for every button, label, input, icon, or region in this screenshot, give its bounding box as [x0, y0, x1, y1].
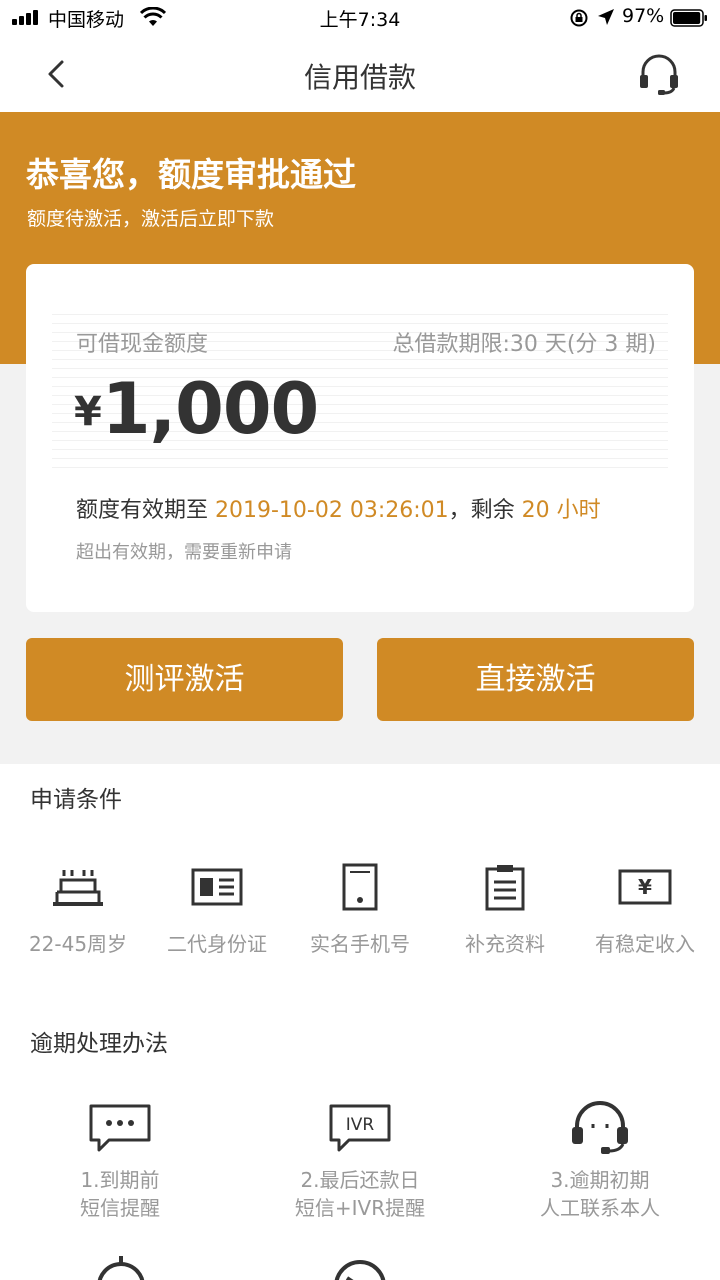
status-bar: 中国移动 上午7:34 97% [0, 0, 720, 36]
limit-amount: ¥1,000 [74, 368, 319, 450]
battery-percent: 97% [622, 5, 665, 27]
loan-term: 总借款期限:30 天(分 3 期) [392, 332, 656, 357]
credit-limit-card: 可借现金额度 总借款期限:30 天(分 3 期) ¥1,000 额度有效期至 2… [26, 264, 694, 612]
svg-text:¥: ¥ [638, 875, 652, 899]
condition-documents: 补充资料 [433, 862, 577, 957]
conditions-title: 申请条件 [30, 787, 122, 813]
id-card-icon [191, 868, 243, 906]
headset-icon[interactable] [636, 52, 682, 98]
clipboard-icon [485, 865, 525, 911]
condition-label: 二代身份证 [167, 932, 267, 956]
currency-symbol: ¥ [74, 389, 102, 435]
overdue-step-line1: 1.到期前 [80, 1168, 160, 1192]
validity-date: 2019-10-02 03:26:01 [215, 498, 449, 523]
overdue-step-ivr: IVR 2.最后还款日 短信+IVR提醒 [240, 1100, 480, 1222]
validity-prefix: 额度有效期至 [76, 498, 215, 523]
overdue-step-label: 1.到期前 短信提醒 [0, 1166, 240, 1222]
overdue-step-line1: 3.逾期初期 [550, 1168, 650, 1192]
overdue-step-label: 2.最后还款日 短信+IVR提醒 [240, 1166, 480, 1222]
income-yen-icon: ¥ [618, 869, 672, 905]
condition-label: 实名手机号 [310, 932, 410, 956]
stopwatch-icon [97, 1256, 145, 1280]
ivr-icon-text: IVR [346, 1115, 375, 1135]
validity-mid: ，剩余 [448, 498, 522, 523]
condition-age: 22-45周岁 [6, 862, 150, 957]
overdue-step-line2: 人工联系本人 [540, 1196, 660, 1220]
nav-bar: 信用借款 [0, 36, 720, 112]
overdue-step-sms: 1.到期前 短信提醒 [0, 1100, 240, 1222]
limit-label: 可借现金额度 [76, 332, 209, 357]
overdue-step-line2: 短信+IVR提醒 [294, 1196, 426, 1220]
ivr-bubble-icon: IVR [329, 1104, 391, 1152]
evaluate-activate-button[interactable]: 测评激活 [26, 638, 343, 721]
battery-icon [670, 9, 707, 27]
birthday-cake-icon [53, 870, 103, 906]
condition-label: 有稳定收入 [595, 932, 695, 956]
overdue-step-label: 3.逾期初期 人工联系本人 [480, 1166, 720, 1222]
sms-bubble-icon [89, 1104, 151, 1152]
condition-id-card: 二代身份证 [145, 862, 289, 957]
mobile-phone-icon [342, 863, 378, 911]
condition-phone: 实名手机号 [288, 862, 432, 957]
amount-value: 1,000 [101, 368, 319, 450]
headset-icon [572, 1101, 628, 1154]
condition-label: 补充资料 [465, 932, 545, 956]
location-arrow-icon [598, 9, 614, 25]
banner-subtitle: 额度待激活，激活后立即下款 [27, 208, 275, 230]
condition-income: ¥ 有稳定收入 [573, 862, 717, 957]
page-title: 信用借款 [303, 61, 416, 94]
rotation-lock-icon [570, 9, 588, 27]
overdue-step-manual: 3.逾期初期 人工联系本人 [480, 1100, 720, 1222]
direct-activate-button[interactable]: 直接激活 [377, 638, 694, 721]
validity-note: 超出有效期，需要重新申请 [76, 542, 292, 563]
overdue-step-line2: 短信提醒 [80, 1196, 160, 1220]
condition-label: 22-45周岁 [28, 932, 128, 956]
prohibited-icon [334, 1260, 386, 1280]
remaining-time: 20 小时 [521, 498, 601, 523]
banner-title: 恭喜您，额度审批通过 [26, 155, 356, 194]
validity-line: 额度有效期至 2019-10-02 03:26:01，剩余 20 小时 [76, 492, 601, 524]
overdue-title: 逾期处理办法 [30, 1031, 168, 1057]
overdue-step-line1: 2.最后还款日 [300, 1168, 420, 1192]
